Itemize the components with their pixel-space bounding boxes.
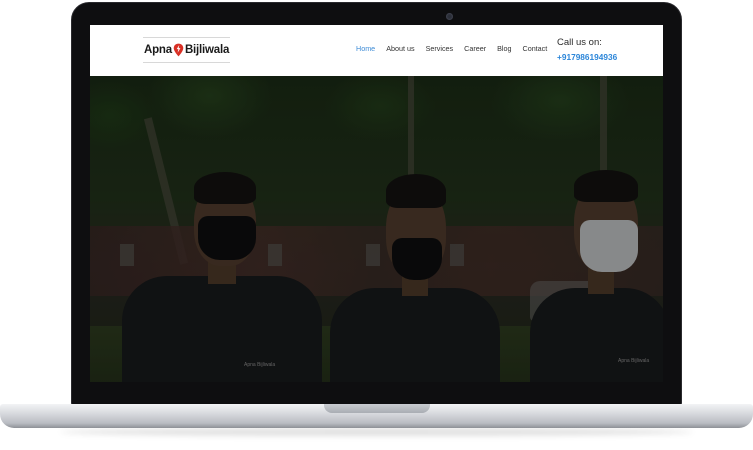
laptop-shadow: [60, 428, 693, 436]
laptop-mockup: Apna Bijliwala Home About us Services Ca…: [0, 0, 753, 450]
logo-text-bijliwala: Bijliwala: [184, 44, 230, 56]
call-us-block: Call us on: +917986194936: [557, 37, 617, 62]
logo-text-apna: Apna: [144, 44, 172, 56]
site-logo[interactable]: Apna Bijliwala: [143, 37, 231, 63]
nav-item-career[interactable]: Career: [464, 44, 486, 53]
hero-dark-overlay: [90, 76, 663, 382]
phone-number-link[interactable]: +917986194936: [557, 52, 617, 62]
laptop-opening-notch: [324, 404, 430, 413]
nav-item-blog[interactable]: Blog: [497, 44, 511, 53]
nav-item-services[interactable]: Services: [426, 44, 454, 53]
webcam-icon: [446, 13, 453, 20]
nav-item-about-us[interactable]: About us: [386, 44, 414, 53]
site-header: Apna Bijliwala Home About us Services Ca…: [90, 25, 663, 76]
main-nav: Home About us Services Career Blog Conta…: [356, 44, 558, 53]
bolt-pin-icon: [173, 43, 184, 57]
call-us-label: Call us on:: [557, 37, 602, 48]
screen: Apna Bijliwala Home About us Services Ca…: [90, 25, 663, 382]
nav-item-home[interactable]: Home: [356, 44, 375, 53]
hero-image: Apna Bijliwala Apna Bijliwala: [90, 76, 663, 382]
nav-item-contact[interactable]: Contact: [523, 44, 548, 53]
